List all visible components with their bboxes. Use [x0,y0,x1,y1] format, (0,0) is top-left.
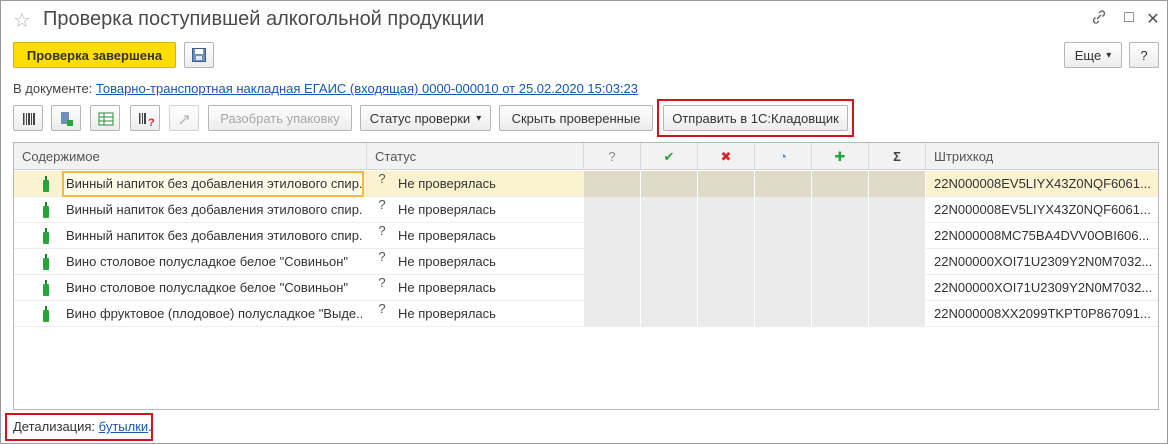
detail-line: Детализация: бутылки. [13,419,152,434]
title-bar: ☆ Проверка поступившей алкогольной проду… [1,1,1167,39]
detail-suffix: . [148,419,152,434]
window-title: Проверка поступившей алкогольной продукц… [43,8,485,30]
spreadsheet-icon [98,112,114,126]
detail-link[interactable]: бутылки [99,419,149,434]
finish-check-button[interactable]: Проверка завершена [13,42,176,68]
chevron-down-icon: ▾ [1106,49,1112,61]
content-cell[interactable]: Вино столовое полусладкое белое "Совиньо… [66,249,362,275]
arrow-icon [179,115,189,125]
barcode-cell: 22N000008EV5LIYX43Z0NQF6061... [934,202,1151,217]
unknown-barcode-button[interactable]: ? [130,105,160,131]
check-status-label: Статус проверки [369,110,471,126]
question-icon: ? [378,223,386,238]
chevron-down-icon: ▾ [476,112,482,124]
question-icon: ? [378,171,386,186]
barcode-scan-button[interactable] [13,105,43,131]
bottle-icon [43,280,49,296]
bottle-icon [43,228,49,244]
check-status-button[interactable]: Статус проверки ▾ [360,105,491,131]
save-button[interactable] [184,42,214,68]
bottle-icon [43,306,49,322]
bottle-icon [43,202,49,218]
sum-icon[interactable]: Σ [869,143,926,170]
table-row[interactable]: Винный напиток без добавления этилового … [14,197,1158,223]
status-cell: Не проверялась [398,228,496,243]
content-cell[interactable]: Вино столовое полусладкое белое "Совиньо… [66,275,362,301]
table-row[interactable]: Винный напиток без добавления этилового … [14,223,1158,249]
question-icon: ? [378,249,386,264]
column-header-content[interactable]: Содержимое [14,143,367,170]
table-header: Содержимое Статус ? ✔ ✖ ◔ ✚ Σ Штрихкод [14,143,1158,170]
excel-button[interactable] [90,105,120,131]
status-cell: Не проверялась [398,254,496,269]
status-cell: Не проверялась [398,202,496,217]
detail-prefix: Детализация: [13,419,96,434]
table-row[interactable]: Вино столовое полусладкое белое "Совиньо… [14,275,1158,301]
partial-circle-icon[interactable]: ◔ [755,143,812,170]
bottle-icon [43,176,49,192]
barcode-cell: 22N000008XX2099TKPT0P867091... [934,306,1151,321]
products-table: Содержимое Статус ? ✔ ✖ ◔ ✚ Σ Штрихкод В… [13,142,1159,410]
send-to-warehouse-button[interactable]: Отправить в 1С:Кладовщик [663,105,848,131]
barcode-question-icon: ? [139,113,155,129]
status-cell: Не проверялась [398,176,496,191]
close-icon[interactable]: ✕ [1143,9,1163,29]
table-row[interactable]: Вино столовое полусладкое белое "Совиньо… [14,249,1158,275]
barcode-cell: 22N000008EV5LIYX43Z0NQF6061... [934,176,1151,191]
disabled-action-button[interactable] [169,105,199,131]
more-button[interactable]: Еще ▾ [1064,42,1122,68]
help-button[interactable]: ? [1129,42,1159,68]
question-icon: ? [378,275,386,290]
scanner-button[interactable] [51,105,81,131]
column-header-status[interactable]: Статус [367,143,584,170]
content-cell[interactable]: Вино фруктовое (плодовое) полусладкое "В… [66,301,362,327]
column-header-barcode[interactable]: Штрихкод [926,143,1158,170]
more-label: Еще [1074,47,1102,63]
barcode-cell: 22N00000XOI71U2309Y2N0M7032... [934,254,1153,269]
question-icon: ? [378,301,386,316]
content-cell[interactable]: Винный напиток без добавления этилового … [66,223,362,249]
unpack-button[interactable]: Разобрать упаковку [208,105,352,131]
bottle-icon [43,254,49,270]
table-row[interactable]: Винный напиток без добавления этилового … [14,171,1158,197]
question-icon: ? [378,197,386,212]
status-cell: Не проверялась [398,306,496,321]
document-prefix: В документе: [13,81,93,96]
cross-icon[interactable]: ✖ [698,143,755,170]
svg-text:?: ? [148,117,155,129]
save-icon [192,48,206,62]
document-line: В документе: Товарно-транспортная наклад… [13,81,638,96]
scanner-icon [61,112,73,126]
hide-checked-button[interactable]: Скрыть проверенные [499,105,653,131]
content-cell[interactable]: Винный напиток без добавления этилового … [62,171,364,197]
barcode-cell: 22N00000XOI71U2309Y2N0M7032... [934,280,1153,295]
status-cell: Не проверялась [398,280,496,295]
plus-icon[interactable]: ✚ [812,143,869,170]
content-cell[interactable]: Винный напиток без добавления этилового … [66,197,362,223]
link-icon[interactable] [1089,9,1109,30]
table-row[interactable]: Вино фруктовое (плодовое) полусладкое "В… [14,301,1158,327]
check-icon[interactable]: ✔ [641,143,698,170]
column-header-unknown[interactable]: ? [584,143,641,170]
document-link[interactable]: Товарно-транспортная накладная ЕГАИС (вх… [96,81,638,96]
barcode-icon [23,113,35,125]
favorite-star-icon[interactable]: ☆ [13,8,31,33]
maximize-icon[interactable]: □ [1119,9,1139,27]
barcode-cell: 22N000008MC75BA4DVV0OBI606... [934,228,1150,243]
window: ☆ Проверка поступившей алкогольной проду… [0,0,1168,444]
